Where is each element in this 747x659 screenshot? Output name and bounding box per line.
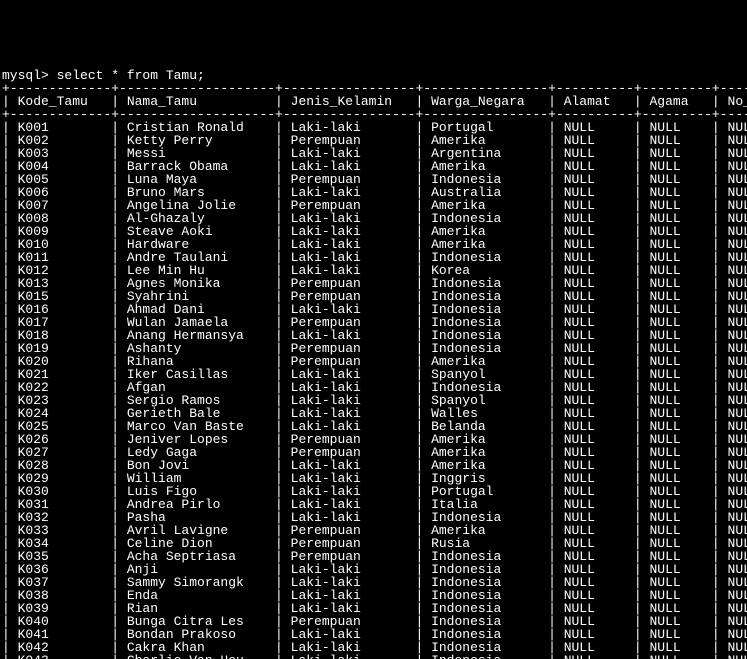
mysql-terminal[interactable]: mysql> select * from Tamu; +------------… [0, 65, 747, 659]
sql-output-table: +-------------+--------------------+----… [2, 81, 747, 659]
